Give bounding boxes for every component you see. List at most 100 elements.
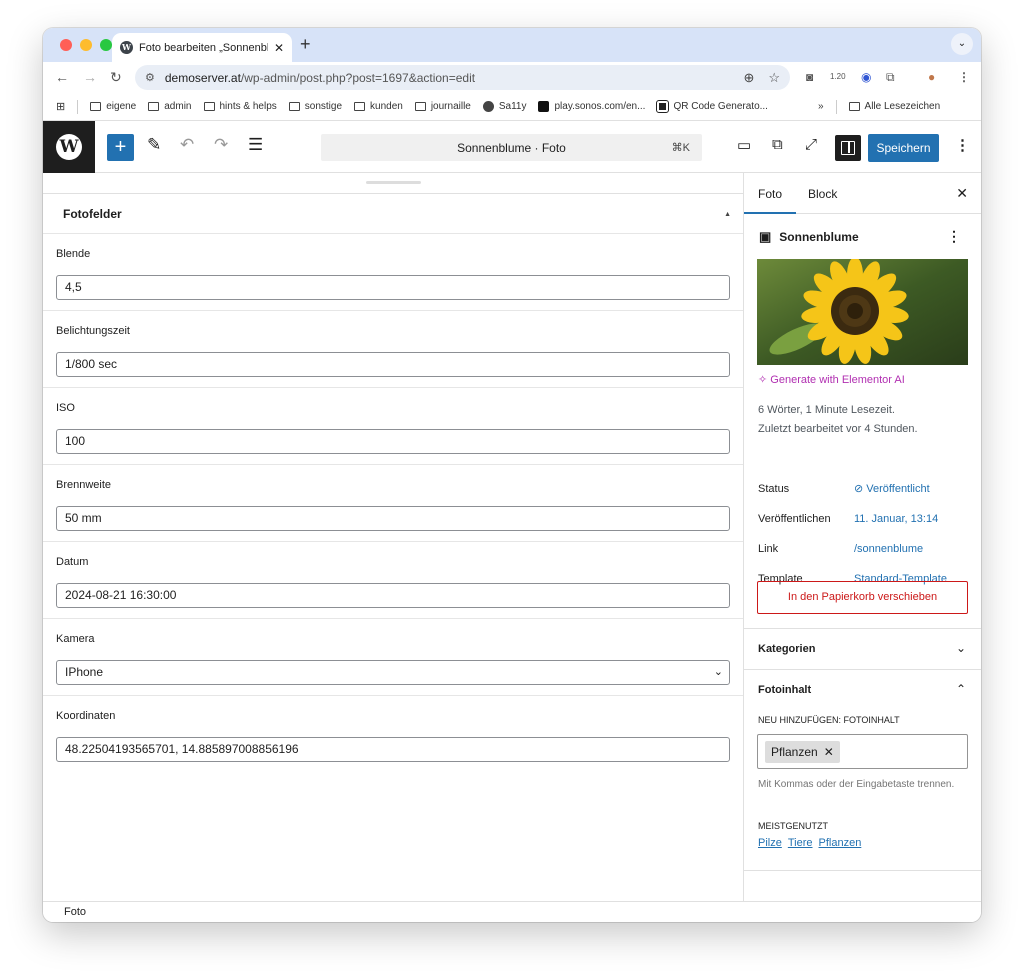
bookmark-sonos[interactable]: play.sonos.com/en... xyxy=(538,101,645,112)
save-button[interactable]: Speichern xyxy=(868,134,939,162)
folder-icon xyxy=(414,102,426,111)
settings-sidebar-toggle[interactable] xyxy=(835,135,861,161)
close-sidebar-icon[interactable]: ✕ xyxy=(956,185,968,202)
featured-image[interactable] xyxy=(757,259,968,365)
metabox-resize-handle[interactable] xyxy=(366,181,421,184)
site-settings-icon[interactable]: ⚙ xyxy=(145,71,155,84)
bookmarks-bar: ⊞ eigene admin hints & helps sonstige ku… xyxy=(43,93,981,121)
field-datum: Datum 2024-08-21 16:30:00 xyxy=(43,541,743,618)
post-meta: 6 Wörter, 1 Minute Lesezeit. Zuletzt bea… xyxy=(758,401,918,439)
remove-token-icon[interactable]: ✕ xyxy=(824,741,834,763)
view-post-icon[interactable]: ⧉ xyxy=(772,136,783,153)
datum-input[interactable]: 2024-08-21 16:30:00 xyxy=(56,583,730,608)
password-manager-icon[interactable]: ◉ xyxy=(861,70,871,84)
wordpress-logo-button[interactable]: W xyxy=(43,121,95,173)
redo-icon[interactable]: ↷ xyxy=(214,135,228,155)
close-window-button[interactable] xyxy=(60,39,72,51)
editor-content: Fotofelder ▲ Blende 4,5 Belichtungszeit … xyxy=(43,173,743,901)
tab-foto[interactable]: Foto xyxy=(743,187,797,214)
apps-grid-icon[interactable]: ⊞ xyxy=(56,100,65,113)
collapse-caret-icon[interactable]: ▲ xyxy=(724,211,731,218)
editor-header: W + ✎ ↶ ↷ ☰ Sonnenblume · Foto ⌘K ▭ ⧉ ⤢ … xyxy=(43,121,981,173)
fotoinhalt-panel[interactable]: Fotoinhalt ⌃ xyxy=(744,669,981,696)
close-tab-icon[interactable]: ✕ xyxy=(274,41,284,55)
brennweite-input[interactable]: 50 mm xyxy=(56,506,730,531)
belichtungszeit-input[interactable]: 1/800 sec xyxy=(56,352,730,377)
tab-search-icon[interactable]: ⌄ xyxy=(951,33,973,55)
field-label: Belichtungszeit xyxy=(56,325,130,337)
bookmark-journaille[interactable]: journaille xyxy=(414,101,471,112)
term-link-tiere[interactable]: Tiere xyxy=(788,837,813,849)
settings-sidebar: Foto Block ✕ ▣ Sonnenblume ⋮ ✧ Generate … xyxy=(743,173,981,901)
edit-tools-icon[interactable]: ✎ xyxy=(147,135,161,155)
sonos-icon xyxy=(538,101,550,112)
command-title: Sonnenblume · Foto xyxy=(457,140,566,155)
sidebar-divider xyxy=(744,870,981,871)
document-overview-icon[interactable]: ☰ xyxy=(248,135,263,155)
iso-input[interactable]: 100 xyxy=(56,429,730,454)
bookmark-hints-helps[interactable]: hints & helps xyxy=(203,101,277,112)
term-token-field[interactable]: Pflanzen ✕ xyxy=(757,734,968,769)
preview-device-icon[interactable]: ▭ xyxy=(737,136,751,154)
reload-icon[interactable]: ↻ xyxy=(110,69,122,86)
minimize-window-button[interactable] xyxy=(80,39,92,51)
koordinaten-input[interactable]: 48.22504193565701, 14.885897008856196 xyxy=(56,737,730,762)
move-to-trash-button[interactable]: In den Papierkorb verschieben xyxy=(757,581,968,614)
bookmark-qr-code[interactable]: QR Code Generato... xyxy=(656,100,768,113)
post-title: Sonnenblume xyxy=(779,230,859,244)
address-bar[interactable]: ⚙ demoserver.at/wp-admin/post.php?post=1… xyxy=(135,65,790,90)
breadcrumb-item[interactable]: Foto xyxy=(64,906,86,918)
field-label: Brennweite xyxy=(56,479,112,491)
blende-input[interactable]: 4,5 xyxy=(56,275,730,300)
publish-date-value[interactable]: 11. Januar, 13:14 xyxy=(854,513,938,525)
post-actions-icon[interactable]: ⋮ xyxy=(947,228,961,245)
block-inserter-button[interactable]: + xyxy=(107,134,134,161)
back-icon[interactable]: ← xyxy=(55,69,69,85)
extensions-icon[interactable]: ⧉ xyxy=(886,70,895,85)
folder-icon xyxy=(354,102,366,111)
camera-extension-icon[interactable]: ◙ xyxy=(806,70,813,84)
browser-menu-icon[interactable]: ⋮ xyxy=(958,70,970,84)
permalink-value[interactable]: /sonnenblume xyxy=(854,543,923,555)
status-value[interactable]: ⊘ Veröffentlicht xyxy=(854,482,930,495)
forward-icon[interactable]: → xyxy=(83,69,97,85)
fullscreen-icon[interactable]: ⤢ xyxy=(805,136,817,153)
bookmark-sa11y[interactable]: Sa11y xyxy=(482,101,526,112)
bookmark-divider xyxy=(77,99,79,114)
bookmark-sonstige[interactable]: sonstige xyxy=(288,101,342,112)
panel-title: Kategorien xyxy=(758,643,816,655)
profile-avatar[interactable]: ● xyxy=(928,70,935,84)
zoom-badge[interactable]: 1.20 xyxy=(830,72,846,81)
undo-icon[interactable]: ↶ xyxy=(180,135,194,155)
zoom-icon[interactable]: ⊕ xyxy=(743,70,754,86)
post-type-icon: ▣ xyxy=(759,229,772,244)
bookmark-admin[interactable]: admin xyxy=(148,101,192,112)
browser-tab[interactable]: W Foto bearbeiten „Sonnenblume“ ✕ xyxy=(112,33,292,62)
bookmark-star-icon[interactable]: ☆ xyxy=(768,70,780,86)
metabox-header[interactable]: Fotofelder ▲ xyxy=(43,194,743,234)
term-link-pilze[interactable]: Pilze xyxy=(758,837,782,849)
command-palette-bar[interactable]: Sonnenblume · Foto ⌘K xyxy=(321,134,702,161)
sidebar-tabs: Foto Block ✕ xyxy=(743,173,981,214)
term-link-pflanzen[interactable]: Pflanzen xyxy=(819,837,862,849)
maximize-window-button[interactable] xyxy=(100,39,112,51)
bookmarks-overflow-button[interactable]: » xyxy=(818,101,824,112)
all-bookmarks[interactable]: Alle Lesezeichen xyxy=(848,101,940,112)
term-token: Pflanzen ✕ xyxy=(765,741,840,763)
field-kamera: Kamera IPhone ⌄ xyxy=(43,618,743,695)
categories-panel[interactable]: Kategorien ⌄ xyxy=(744,628,981,669)
token-help-text: Mit Kommas oder der Eingabetaste trennen… xyxy=(758,779,955,790)
kamera-select[interactable]: IPhone ⌄ xyxy=(56,660,730,685)
publish-label: Veröffentlichen xyxy=(758,513,831,525)
elementor-ai-link[interactable]: ✧ Generate with Elementor AI xyxy=(758,373,905,386)
last-edited: Zuletzt bearbeitet vor 4 Stunden. xyxy=(758,423,918,435)
tab-block[interactable]: Block xyxy=(808,187,837,201)
bookmark-kunden[interactable]: kunden xyxy=(354,101,403,112)
chevron-down-icon: ⌄ xyxy=(713,666,723,678)
bookmark-eigene[interactable]: eigene xyxy=(90,101,136,112)
folder-icon xyxy=(148,102,160,111)
field-label: Datum xyxy=(56,556,89,568)
options-menu-icon[interactable]: ⋮ xyxy=(955,136,970,154)
field-brennweite: Brennweite 50 mm xyxy=(43,464,743,541)
new-tab-button[interactable]: + xyxy=(300,34,311,55)
